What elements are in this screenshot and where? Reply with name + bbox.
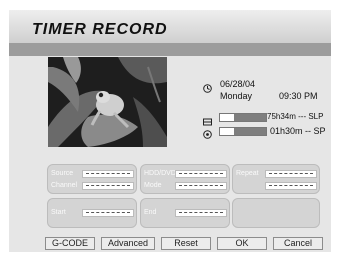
- disc-icon: [203, 126, 212, 144]
- clock-icon: [203, 80, 212, 98]
- record-length-bar: [219, 127, 267, 136]
- repeat-field[interactable]: [265, 170, 317, 178]
- source-field[interactable]: [82, 170, 134, 178]
- mode-field[interactable]: [175, 182, 227, 190]
- title-bar: TIMER RECORD: [9, 10, 331, 43]
- repeat-panel[interactable]: Repeat: [232, 164, 320, 194]
- record-date: 06/28/04: [220, 79, 256, 89]
- start-panel[interactable]: Start: [47, 198, 137, 228]
- remaining-space-bar: [219, 113, 267, 122]
- source-channel-panel[interactable]: Source Channel: [47, 164, 137, 194]
- end-panel[interactable]: End: [140, 198, 230, 228]
- repeat-field-2[interactable]: [265, 182, 317, 190]
- frog-preview-image: [48, 57, 167, 147]
- repeat-label: Repeat: [236, 170, 259, 177]
- end-label: End: [144, 209, 157, 216]
- channel-field[interactable]: [82, 182, 134, 190]
- hddvd-field[interactable]: [175, 170, 227, 178]
- end-field[interactable]: [175, 209, 227, 217]
- header-band: [9, 43, 331, 56]
- advanced-button[interactable]: Advanced: [101, 237, 155, 250]
- record-weekday: Monday: [220, 91, 253, 101]
- empty-panel: [232, 198, 320, 228]
- record-length-text: 01h30m -- SP: [270, 126, 326, 136]
- remaining-space-text: 75h34m --- SLP: [267, 112, 324, 121]
- reset-button[interactable]: Reset: [161, 237, 211, 250]
- page-title: TIMER RECORD: [32, 21, 168, 38]
- source-label: Source: [51, 170, 74, 177]
- hddvd-label: HDD/DVD: [144, 170, 176, 177]
- hddvd-mode-panel[interactable]: HDD/DVD Mode: [140, 164, 230, 194]
- start-label: Start: [51, 209, 66, 216]
- cancel-button[interactable]: Cancel: [273, 237, 323, 250]
- record-time: 09:30 PM: [279, 91, 318, 101]
- start-field[interactable]: [82, 209, 134, 217]
- video-preview: [48, 57, 167, 147]
- channel-label: Channel: [51, 182, 78, 189]
- mode-label: Mode: [144, 182, 162, 189]
- gcode-button[interactable]: G-CODE: [45, 237, 95, 250]
- ok-button[interactable]: OK: [217, 237, 267, 250]
